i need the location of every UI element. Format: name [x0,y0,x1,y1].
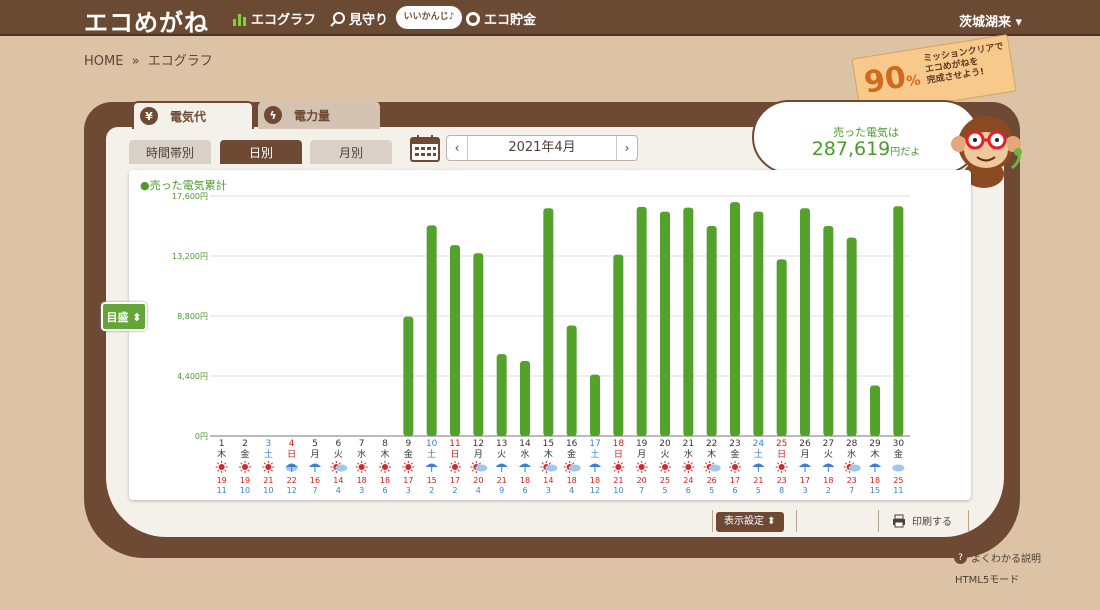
divider [878,510,879,532]
nav-eco-graph-label: エコグラフ [251,13,317,28]
yen-icon: ¥ [140,107,158,125]
subtab-by-month[interactable]: 月別 [310,140,392,164]
next-month-button[interactable]: › [617,136,637,160]
chart-container [129,170,971,500]
printer-icon [893,514,905,527]
breadcrumb: HOME » エコグラフ [84,50,217,69]
status-pill: いいかんじ♪ [396,6,462,29]
tab-electricity-amount[interactable]: ϟ 電力量 [258,101,380,129]
help-link[interactable]: ? よくわかる説明 [954,550,1041,565]
month-selector: ‹ 2021年4月 › [446,135,638,161]
chart-legend: ●売った電気累計 [140,179,227,192]
prev-month-button[interactable]: ‹ [447,136,467,160]
lightning-icon: ϟ [264,106,282,124]
graph-icon [233,13,246,26]
sold-electricity-bubble: 売った電気は 287,619円だよ [752,100,980,174]
nav-eco-savings[interactable]: エコ貯金 [465,9,536,28]
sold-value-number: 287,619 [811,138,891,160]
breadcrumb-current: エコグラフ [147,54,213,69]
breadcrumb-home[interactable]: HOME [84,54,123,69]
breadcrumb-separator: » [131,54,140,69]
sold-value-unit: 円だよ [890,147,921,158]
nav-eco-graph[interactable]: エコグラフ [232,9,316,28]
magnifier-icon [330,11,345,27]
divider [968,510,969,532]
user-menu[interactable]: 茨城湖来 ▾ [959,11,1022,30]
print-label: 印刷する [912,517,952,528]
divider [796,510,797,532]
nav-eco-savings-label: エコ貯金 [484,13,537,28]
help-link-label: よくわかる説明 [971,554,1041,565]
subtab-by-hour[interactable]: 時間帯別 [129,140,211,164]
top-navigation-bar: エコめがね エコグラフ 見守り いいかんじ♪ エコ貯金 茨城湖来 ▾ [0,0,1100,38]
app-logo[interactable]: エコめがね [84,3,209,38]
current-month-label[interactable]: 2021年4月 [467,136,617,160]
question-icon: ? [954,551,967,564]
mission-percent-unit: % [905,72,922,91]
tab-electricity-cost[interactable]: ¥ 電気代 [132,101,254,129]
tab-electricity-cost-label: 電気代 [170,109,207,124]
nav-mimamori[interactable]: 見守り [330,9,388,28]
mission-message: ミッションクリアで エコめがねを 完成させよう! [923,42,1008,87]
display-settings-button[interactable]: 表示設定 ⬍ [716,512,784,532]
sold-electricity-value: 287,619円だよ [754,138,978,160]
scale-button[interactable]: 目盛 ⬍ [101,302,147,331]
coin-icon [466,11,480,26]
tab-electricity-amount-label: 電力量 [294,108,331,123]
nav-mimamori-label: 見守り [349,13,389,28]
mission-percent-value: 90 [861,59,909,101]
subtab-by-day[interactable]: 日別 [220,140,302,164]
divider [712,510,713,532]
calendar-icon[interactable] [410,134,440,162]
html5-mode-link[interactable]: HTML5モード [955,571,1019,586]
mission-percent: 90% [861,57,923,101]
print-button[interactable]: 印刷する [892,513,952,528]
